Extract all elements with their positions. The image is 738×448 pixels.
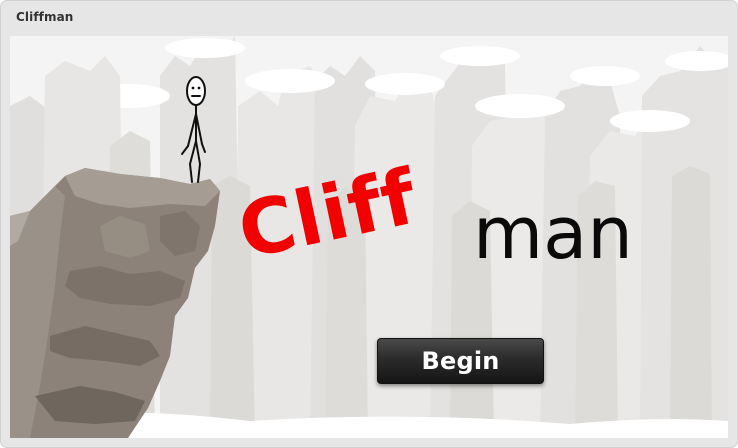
window-title: Cliffman [16,10,74,24]
title-bar: Cliffman [1,1,737,35]
logo-man-text: man [473,191,633,275]
game-canvas[interactable]: Cliff man Begin [10,36,728,438]
begin-button-label: Begin [421,347,500,375]
app-window: Cliffman Cliff man Begin [0,0,738,448]
begin-button[interactable]: Begin [377,338,544,384]
